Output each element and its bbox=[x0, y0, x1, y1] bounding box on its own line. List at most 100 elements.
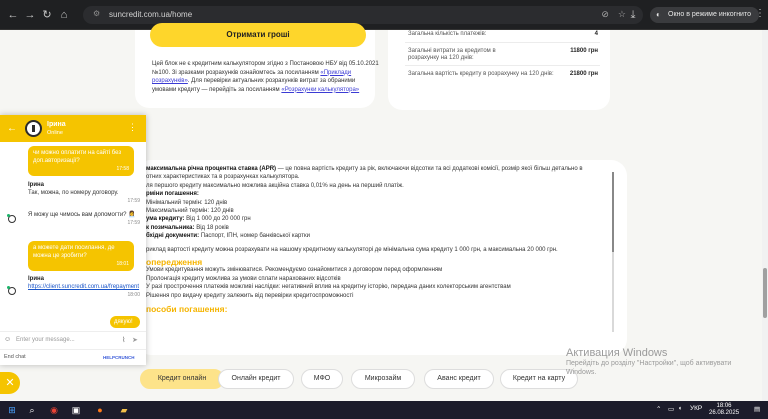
terms-heading: рміни погашення: bbox=[146, 191, 199, 198]
message-time: 18:01 bbox=[116, 261, 129, 267]
terms-scrollbar-thumb[interactable] bbox=[612, 172, 614, 252]
language-indicator[interactable]: УКР bbox=[690, 405, 702, 412]
back-arrow-icon[interactable]: ← bbox=[7, 123, 17, 134]
home-icon[interactable]: ⌂ bbox=[57, 8, 71, 22]
back-icon[interactable]: ← bbox=[6, 8, 20, 22]
chat-input-area[interactable]: ☺ Enter your message... ⌇ ➤ bbox=[0, 331, 146, 349]
apr-term: максимальна річна процентна ставка (APR) bbox=[146, 166, 277, 172]
reload-icon[interactable]: ↻ bbox=[40, 8, 54, 22]
warning-heading: опередження bbox=[146, 257, 203, 268]
age-label: к позичальника: bbox=[146, 224, 195, 231]
forward-icon[interactable]: → bbox=[23, 8, 37, 22]
pill-credit-online[interactable]: Кредит онлайн bbox=[140, 369, 224, 389]
user-message: а можете дати посилання, де можна це зро… bbox=[28, 241, 134, 271]
warning-item: У разі прострочення платежів можливі нас… bbox=[146, 284, 511, 291]
browser-toolbar: ← → ↻ ⌂ ⚙ suncredit.com.ua/home ⊘☆ ⤓ ◐ О… bbox=[0, 0, 768, 30]
message-time: 18:00 bbox=[127, 292, 140, 298]
message-time: 17:59 bbox=[127, 220, 140, 226]
terms-text: максимальна річна процентна ставка (APR)… bbox=[146, 165, 606, 314]
taskbar-clock[interactable]: 18:06 26.08.2025 bbox=[709, 403, 739, 417]
pill-online-credit[interactable]: Онлайн кредит bbox=[218, 369, 294, 389]
agent-status: Online bbox=[47, 130, 63, 136]
stat-value: 4 bbox=[594, 31, 598, 37]
watermark-line-2: Windows. bbox=[566, 369, 597, 376]
network-icon[interactable]: ▭ bbox=[668, 405, 674, 413]
warning-item: Рішення про видачу кредиту залежить від … bbox=[146, 292, 354, 299]
message-input[interactable]: Enter your message... bbox=[16, 337, 75, 343]
clock-date: 26.08.2025 bbox=[709, 410, 740, 416]
calculator-calcs-link[interactable]: «Розрахунки калькулятора» bbox=[281, 87, 359, 93]
stat-row-costs: Загальні витрати за кредитом в розрахунк… bbox=[408, 48, 598, 62]
clock-time: 18:06 bbox=[716, 403, 732, 409]
message-time: 17:58 bbox=[116, 166, 129, 172]
example-line: риклад вартості кредиту можна розрахуват… bbox=[146, 246, 558, 253]
divider bbox=[405, 42, 600, 43]
agent-message: Ірина Так, можна, по номеру договору. 17… bbox=[28, 181, 140, 205]
incognito-icon: ◐ bbox=[656, 10, 661, 19]
more-options-icon[interactable]: ⋮ bbox=[128, 122, 137, 133]
message-time: 17:59 bbox=[127, 198, 140, 204]
windows-activation-watermark: Активация Windows Перейдіть до розділу "… bbox=[566, 347, 731, 377]
stat-label: Загальні витрати за кредитом в розрахунк… bbox=[408, 48, 496, 61]
browser-menu-icon[interactable]: ⋮ bbox=[755, 8, 765, 19]
watermark-line-1: Перейдіть до розділу "Настройки", щоб ак… bbox=[566, 360, 732, 367]
repayment-link[interactable]: https://client.suncredit.com.ua/frepayme… bbox=[28, 284, 139, 290]
stat-label: Загальна кількість платежів: bbox=[408, 31, 487, 37]
powered-by-logo: HELPCRUNCH bbox=[103, 355, 135, 360]
user-message: чи можно оплатити на сайті без доп.автор… bbox=[28, 146, 134, 176]
chat-header: ← Ірина Online ⋮ bbox=[0, 115, 146, 142]
emoji-icon[interactable]: ☺ bbox=[4, 336, 11, 343]
site-info-icon[interactable]: ⚙ bbox=[93, 9, 100, 18]
search-icon[interactable]: ⌕ bbox=[26, 404, 38, 416]
pill-microloan[interactable]: Микрозайм bbox=[351, 369, 415, 389]
url-text: suncredit.com.ua/home bbox=[109, 10, 193, 19]
stat-label: Загальна вартість кредиту в розрахунку н… bbox=[408, 71, 554, 77]
file-explorer-icon[interactable]: ▰ bbox=[118, 404, 130, 416]
incognito-badge[interactable]: ◐ Окно в режиме инкогнито bbox=[650, 7, 759, 23]
stat-value: 11800 грн bbox=[570, 48, 598, 54]
docs-value: Паспорт, ІПН, номер банківської картки bbox=[199, 233, 310, 240]
send-icon[interactable]: ➤ bbox=[132, 336, 138, 344]
download-icon[interactable]: ⤓ bbox=[626, 8, 640, 22]
address-bar[interactable]: ⚙ suncredit.com.ua/home ⊘☆ bbox=[83, 6, 643, 24]
attach-icon[interactable]: ⌇ bbox=[122, 336, 125, 344]
sum-label: ума кредиту: bbox=[146, 216, 185, 223]
end-chat-button[interactable]: End chat bbox=[4, 354, 26, 360]
apr-line-2: отних характеристиках та в розрахунках к… bbox=[146, 174, 300, 181]
sender-name: Ірина bbox=[28, 182, 44, 188]
message-text: а можете дати посилання, де можна це зро… bbox=[33, 245, 115, 259]
apr-line: максимальна річна процентна ставка (APR)… bbox=[146, 165, 606, 173]
chat-footer: End chat HELPCRUNCH bbox=[0, 349, 146, 365]
task-view-icon[interactable]: ▣ bbox=[70, 404, 82, 416]
sum-value: Від 1 000 до 20 000 грн bbox=[184, 216, 251, 223]
agent-name: Ірина bbox=[47, 121, 66, 128]
warning-item: Пролонгація кредиту можлива за умови спл… bbox=[146, 275, 341, 282]
stat-row-total: Загальна вартість кредиту в розрахунку н… bbox=[408, 71, 598, 77]
agent-avatar-small bbox=[7, 286, 16, 295]
windows-taskbar: ⊞ ⌕ ◉ ▣ ● ▰ ⌃ ▭ ◖ УКР 18:06 26.08.2025 ▤ bbox=[0, 401, 768, 419]
age-value: Від 18 років bbox=[194, 224, 229, 231]
message-text: дякую! bbox=[114, 319, 133, 325]
warning-item: Умови кредитування можуть змінюватися. Р… bbox=[146, 267, 443, 274]
page-scrollbar[interactable] bbox=[762, 30, 768, 401]
tray-arrow-icon[interactable]: ⌃ bbox=[656, 405, 661, 413]
notifications-icon[interactable]: ▤ bbox=[754, 405, 760, 413]
message-text: Так, можна, по номеру договору. bbox=[28, 190, 119, 196]
agent-message: Я можу ще чимось вам допомогти? 👩‍💼 17:5… bbox=[28, 211, 140, 227]
docs-line: бхідні документи: Паспорт, ІПН, номер ба… bbox=[146, 232, 606, 240]
chrome-icon[interactable]: ◉ bbox=[48, 404, 60, 416]
firefox-icon[interactable]: ● bbox=[94, 404, 106, 416]
incognito-label: Окно в режиме инкогнито bbox=[668, 11, 751, 18]
agent-message: Ірина https://client.suncredit.com.ua/fr… bbox=[28, 275, 140, 299]
get-money-button[interactable]: Отримати гроші bbox=[150, 23, 366, 47]
volume-icon[interactable]: ◖ bbox=[678, 405, 682, 412]
stat-row-payments: Загальна кількість платежів: 4 bbox=[408, 31, 598, 37]
page-scrollbar-thumb[interactable] bbox=[763, 268, 767, 318]
promo-line: ля першого кредиту максимально можлива а… bbox=[146, 182, 404, 189]
docs-label: бхідні документи: bbox=[146, 233, 200, 240]
message-text: Я можу ще чимось вам допомогти? 👩‍💼 bbox=[28, 212, 136, 218]
pill-advance-credit[interactable]: Аванс кредит bbox=[424, 369, 494, 389]
pill-mfo[interactable]: МФО bbox=[301, 369, 343, 389]
sender-name: Ірина bbox=[28, 276, 44, 282]
windows-start-icon[interactable]: ⊞ bbox=[6, 404, 18, 416]
